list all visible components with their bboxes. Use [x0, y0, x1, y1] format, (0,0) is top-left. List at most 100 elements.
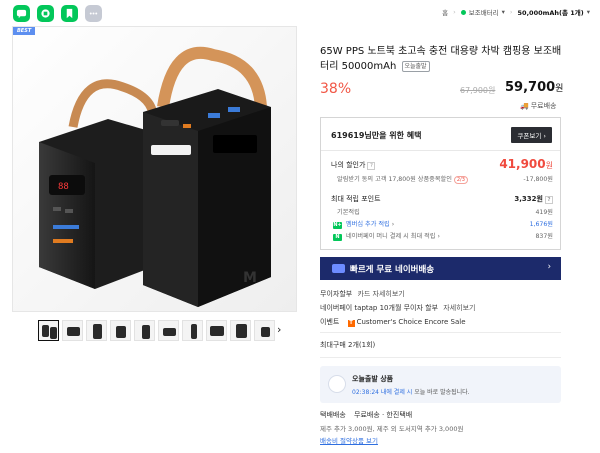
points-row: 최대 적립 포인트 3,332원?: [331, 194, 553, 204]
npay-icon: N: [333, 234, 342, 241]
delivery-row: 택배배송 무료배송 · 한진택배: [320, 410, 412, 420]
help-icon[interactable]: ?: [545, 196, 553, 204]
event-text[interactable]: Customer's Choice Encore Sale: [357, 318, 466, 326]
divider: [320, 357, 561, 358]
benefit-box: 619619님만을 위한 혜택 쿠폰보기 › 나의 할인가? 41,900원 알…: [320, 117, 561, 250]
today-ship-tag: 오늘출발: [401, 61, 430, 72]
thumbnail-strip: [38, 320, 275, 341]
thumbnail-7[interactable]: [182, 320, 203, 341]
basic-points-value: 419원: [535, 209, 553, 216]
thumbnail-1[interactable]: [38, 320, 59, 341]
original-price-value: 67,900: [460, 86, 488, 95]
membership-points-label[interactable]: 멤버십 추가 적립: [346, 221, 390, 228]
npay-points-row[interactable]: N 네이버페이 머니 결제 시 최대 적립 › 837원: [331, 231, 553, 241]
bookmark-icon[interactable]: [61, 5, 78, 22]
event-tag-icon: T: [347, 320, 355, 327]
today-ship-desc: 02:38:24 내에 결제 시 오늘 바로 발송됩니다.: [352, 387, 470, 396]
my-price-label: 나의 할인가: [331, 161, 366, 169]
divider: [320, 332, 561, 333]
installment-row: 무이자할부 카드 자세히보기: [320, 289, 405, 299]
thumbnail-10[interactable]: [254, 320, 275, 341]
delivery-label: 택배배송: [320, 411, 346, 419]
breadcrumb-separator: ›: [453, 8, 456, 16]
shipping-saving-link[interactable]: 배송비 절약상품 보기: [320, 435, 378, 445]
clock-truck-icon: [328, 375, 346, 393]
original-price: 67,900원: [460, 85, 495, 96]
product-title: 65W PPS 노트북 초고속 충전 대용량 차박 캠핑용 보조배터리 5000…: [320, 44, 570, 74]
sale-price: 59,700원: [505, 80, 563, 95]
membership-points-row[interactable]: N+ 멤버십 추가 적립 › 1,676원: [331, 219, 553, 229]
installment-label: 무이자할부: [320, 290, 353, 298]
breadcrumb-current[interactable]: 50,000mAh(총 1개): [518, 7, 584, 17]
more-icon[interactable]: [85, 5, 102, 22]
svg-text:M: M: [243, 270, 257, 286]
npay-points-label[interactable]: 네이버페이 머니 결제 시 최대 적립: [346, 233, 436, 240]
coupon-button[interactable]: 쿠폰보기 ›: [511, 127, 552, 143]
thumbnail-8[interactable]: [206, 320, 227, 341]
help-icon[interactable]: ?: [367, 162, 376, 170]
my-price-discount: -17,800원: [523, 176, 553, 183]
taptap-label: 네이버페이 taptap 10개월 무이자 할부: [320, 304, 439, 312]
best-badge: BEST: [13, 27, 36, 35]
won-unit: 원: [545, 161, 553, 170]
product-title-text: 65W PPS 노트북 초고속 충전 대용량 차박 캠핑용 보조배터리 5000…: [320, 46, 562, 72]
thumbnail-4[interactable]: [110, 320, 131, 341]
svg-text:88: 88: [58, 182, 69, 192]
max-purchase: 최대구매 2개(1회): [320, 341, 376, 349]
chevron-down-icon[interactable]: ▾: [587, 8, 590, 16]
talk-icon[interactable]: [13, 5, 30, 22]
my-price-note: 알림받기 동의 고객 17,800원 상품중복할인: [337, 176, 452, 183]
my-price-note-row: 알림받기 동의 고객 17,800원 상품중복할인 2/3 -17,800원: [331, 174, 553, 184]
truck-icon: 🚚: [520, 102, 529, 110]
top-bar: 홈 › 보조배터리 ▾ › 50,000mAh(총 1개) ▾: [0, 0, 600, 26]
note-badge: 2/3: [453, 176, 468, 184]
won-unit: 원: [488, 86, 496, 95]
thumbnail-9[interactable]: [230, 320, 251, 341]
basic-points-row: 기본적립 419원: [331, 207, 553, 216]
taptap-details-link[interactable]: 자세히보기: [443, 304, 475, 312]
product-main-image[interactable]: 88 M BEST: [12, 26, 297, 312]
chevron-right-icon[interactable]: ›: [277, 323, 281, 336]
sale-price-value: 59,700: [505, 80, 556, 95]
benefit-header: 619619님만을 위한 혜택: [331, 131, 422, 140]
breadcrumb-home[interactable]: 홈: [442, 7, 448, 17]
breadcrumb-category[interactable]: 보조배터리: [469, 7, 499, 17]
thumbnail-3[interactable]: [86, 320, 107, 341]
coupon-button-label: 쿠폰보기: [517, 132, 542, 140]
today-ship-title: 오늘출발 상품: [352, 375, 394, 383]
delivery-truck-icon: [332, 264, 345, 273]
thumbnail-2[interactable]: [62, 320, 83, 341]
store-icon[interactable]: [37, 5, 54, 22]
my-price-row: 나의 할인가? 41,900원: [331, 157, 553, 171]
npay-plus-icon: N+: [333, 222, 342, 229]
category-dot-icon: [460, 9, 466, 15]
basic-points-label: 기본적립: [337, 209, 360, 216]
my-price-value: 41,900원: [499, 157, 553, 171]
shipping-info: 🚚 무료배송: [520, 101, 556, 111]
points-label: 최대 적립 포인트: [331, 195, 381, 203]
fast-delivery-button[interactable]: 빠르게 무료 네이버배송 ›: [320, 257, 561, 280]
npay-points-value: 837원: [535, 233, 553, 240]
today-ship-countdown: 02:38:24 내에 결제 시: [352, 389, 413, 396]
breadcrumb: 홈 › 보조배터리 ▾ › 50,000mAh(총 1개) ▾: [442, 7, 590, 17]
card-details-link[interactable]: 카드 자세히보기: [357, 290, 404, 298]
points-number: 3,332원: [514, 195, 543, 203]
fast-delivery-label: 빠르게 무료 네이버배송: [350, 264, 435, 275]
delivery-value: 무료배송 · 한진택배: [354, 411, 413, 419]
today-ship-rest: 오늘 바로 발송됩니다.: [414, 389, 470, 396]
points-value: 3,332원?: [514, 194, 553, 204]
divider: [321, 150, 560, 151]
chevron-down-icon[interactable]: ▾: [502, 8, 505, 16]
thumbnail-5[interactable]: [134, 320, 155, 341]
membership-points-value: 1,676원: [529, 221, 553, 228]
my-price-number: 41,900: [499, 157, 546, 171]
won-unit: 원: [555, 84, 564, 94]
power-bank-illustration: 88 M: [13, 27, 296, 311]
event-content[interactable]: T Customer's Choice Encore Sale: [347, 318, 466, 327]
chevron-right-icon: ›: [547, 262, 551, 272]
thumbnail-6[interactable]: [158, 320, 179, 341]
shipping-label: 무료배송: [530, 102, 557, 110]
discount-rate: 38%: [320, 81, 352, 97]
today-ship-box: 오늘출발 상품 02:38:24 내에 결제 시 오늘 바로 발송됩니다.: [320, 366, 561, 403]
event-label: 이벤트: [320, 318, 340, 326]
